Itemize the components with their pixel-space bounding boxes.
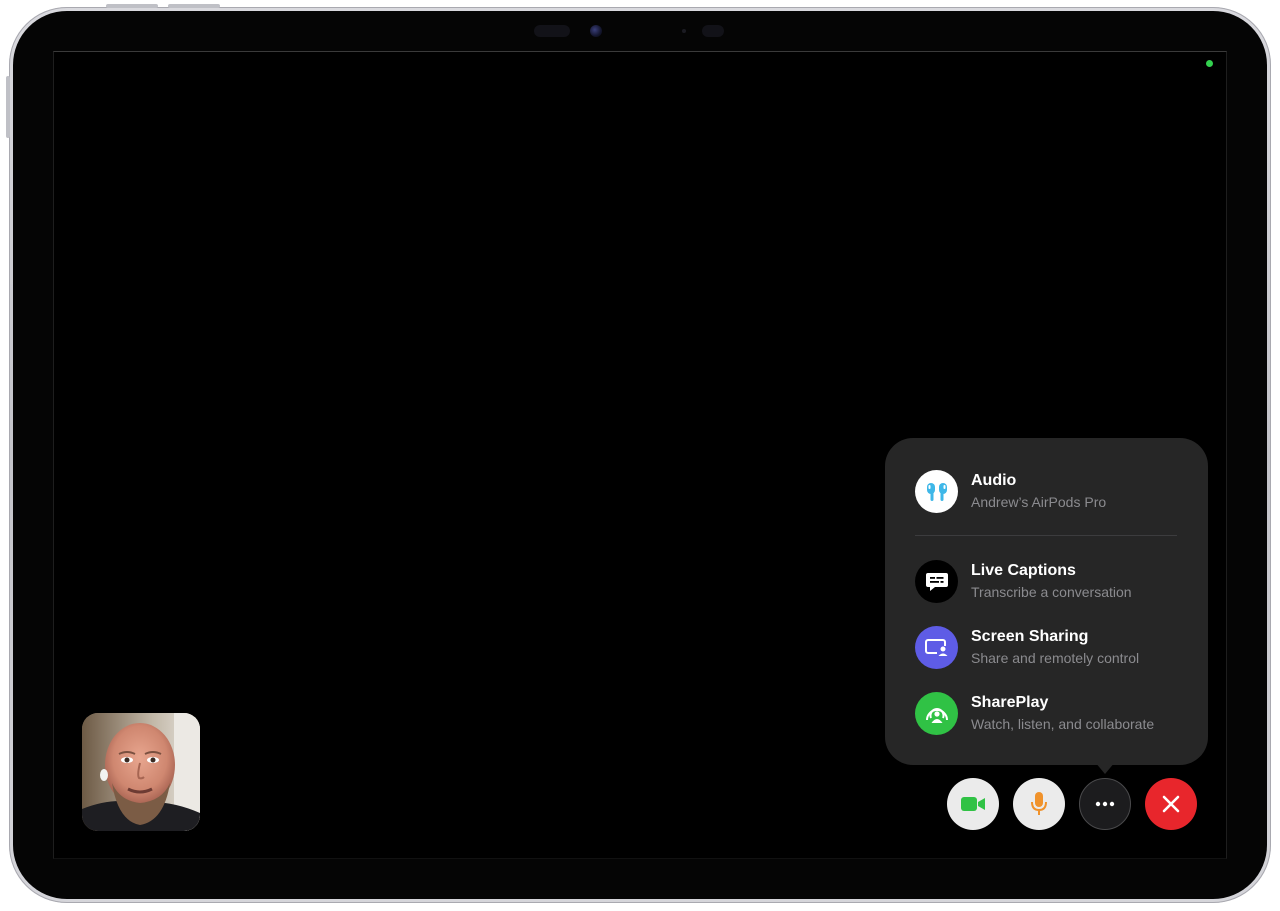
menu-item-subtitle: Share and remotely control	[971, 650, 1140, 666]
menu-item-screen-sharing[interactable]: Screen Sharing Share and remotely contro…	[915, 624, 1185, 674]
menu-item-subtitle: Transcribe a conversation	[971, 584, 1132, 600]
more-icon	[1095, 801, 1115, 807]
menu-item-subtitle: Watch, listen, and collaborate	[971, 716, 1155, 732]
menu-divider	[915, 535, 1177, 536]
top-button-left	[106, 4, 158, 8]
shareplay-icon	[915, 692, 958, 735]
video-toggle-button[interactable]	[947, 778, 999, 830]
menu-item-title: SharePlay	[971, 694, 1049, 711]
self-view-video	[82, 713, 200, 831]
screen-share-icon	[915, 626, 958, 669]
menu-item-shareplay[interactable]: SharePlay Watch, listen, and collaborate	[915, 690, 1185, 740]
airpods-icon	[915, 470, 958, 513]
camera-in-use-indicator	[1206, 60, 1213, 67]
microphone-toggle-button[interactable]	[1013, 778, 1065, 830]
camera-sensor-dot	[682, 29, 686, 33]
menu-item-live-captions[interactable]: Live Captions Transcribe a conversation	[915, 558, 1185, 608]
microphone-icon	[1031, 792, 1047, 815]
menu-item-audio[interactable]: Audio Andrew’s AirPods Pro	[915, 468, 1185, 518]
menu-pointer	[1095, 762, 1115, 774]
captions-icon	[915, 560, 958, 603]
self-view-tile[interactable]	[82, 713, 200, 831]
menu-item-title: Audio	[971, 472, 1017, 489]
menu-item-title: Live Captions	[971, 562, 1076, 579]
camera-lens	[590, 25, 602, 37]
camera-sensor-right	[702, 25, 724, 37]
front-camera-area	[530, 22, 730, 40]
camera-sensor-left	[534, 25, 570, 37]
top-button-right	[168, 4, 220, 8]
video-camera-icon	[961, 797, 985, 811]
end-call-icon	[1162, 795, 1180, 813]
menu-item-title: Screen Sharing	[971, 628, 1089, 645]
menu-item-subtitle: Andrew’s AirPods Pro	[971, 494, 1107, 510]
end-call-button[interactable]	[1145, 778, 1197, 830]
side-button	[6, 76, 10, 138]
call-options-menu: Audio Andrew’s AirPods Pro Live Captions…	[885, 438, 1208, 765]
more-options-button[interactable]	[1079, 778, 1131, 830]
